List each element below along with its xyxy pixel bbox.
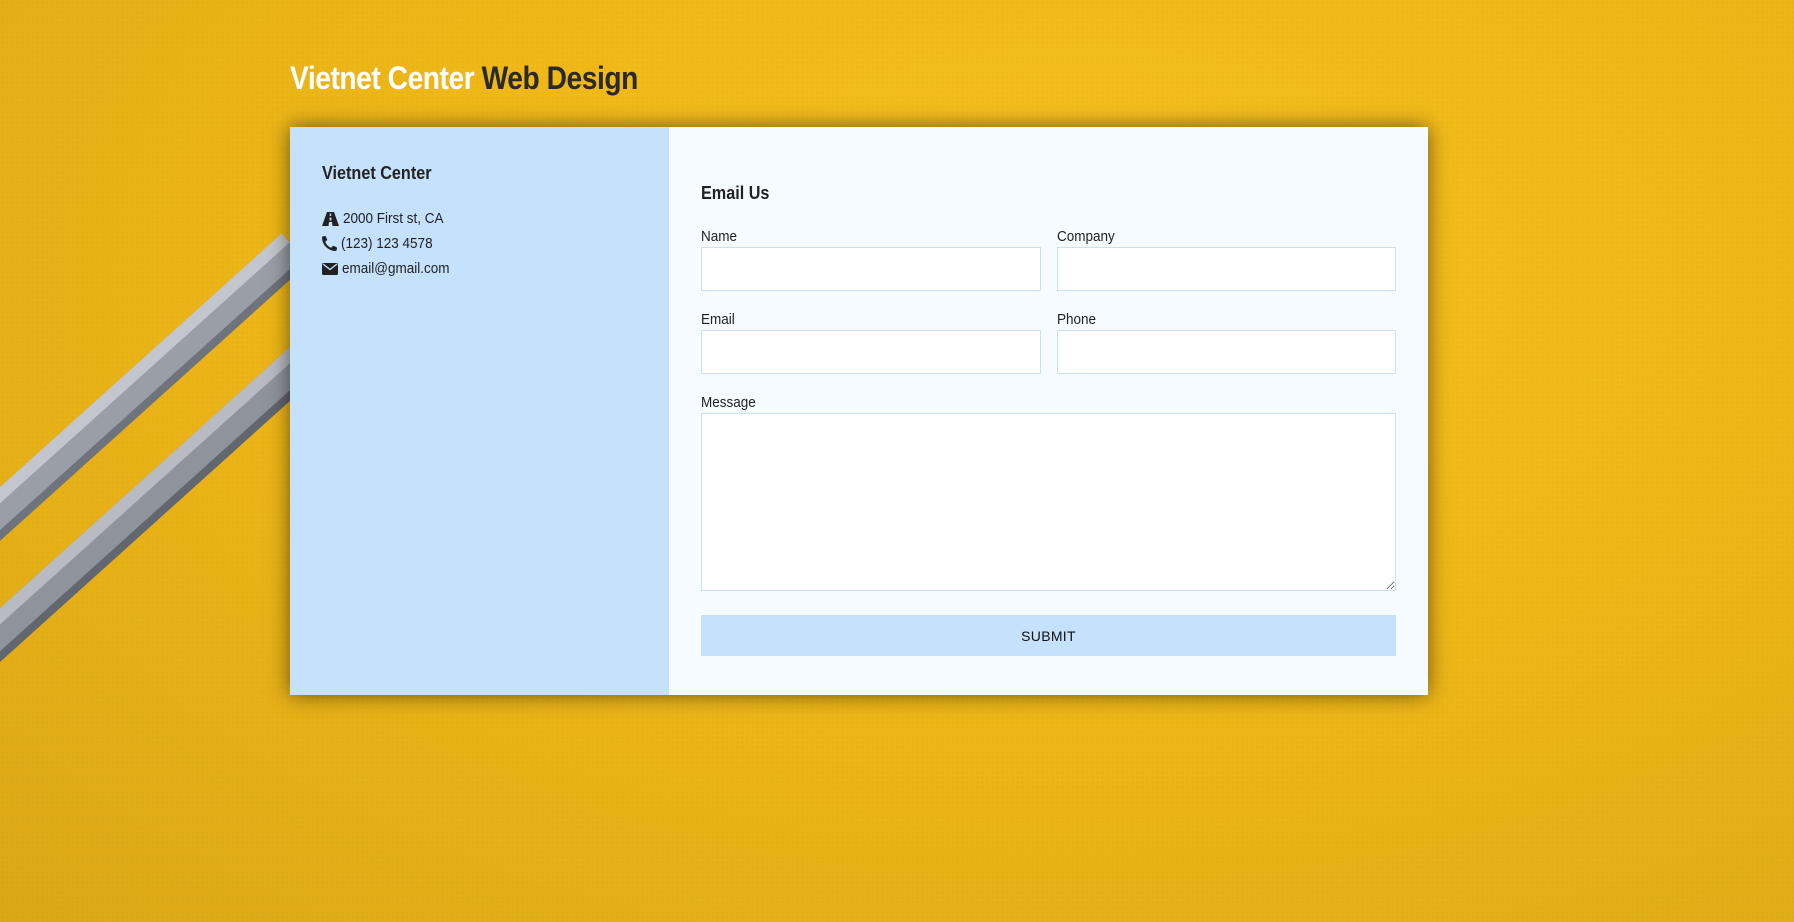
submit-button[interactable]: SUBMIT — [701, 615, 1396, 656]
message-label: Message — [701, 394, 756, 411]
company-field-group: Company — [1056, 228, 1396, 291]
message-textarea[interactable] — [701, 413, 1396, 591]
phone-text: (123) 123 4578 — [341, 235, 433, 252]
name-label: Name — [701, 228, 738, 245]
phone-icon — [322, 236, 337, 251]
email-label: Email — [701, 311, 735, 328]
company-input[interactable] — [1056, 247, 1396, 291]
phone-label: Phone — [1056, 311, 1096, 328]
name-field-group: Name — [701, 228, 1041, 291]
name-input[interactable] — [701, 247, 1041, 291]
email-field-group: Email — [701, 311, 1041, 374]
phone-input[interactable] — [1056, 330, 1396, 374]
contact-info-panel: Vietnet Center 2000 First st, CA (123) 1… — [290, 127, 669, 695]
address-line: 2000 First st, CA — [322, 206, 637, 231]
form-title: Email Us — [701, 183, 770, 203]
email-line: email@gmail.com — [322, 256, 637, 281]
brand-name-light: Vietnet Center — [290, 60, 475, 96]
email-form-panel: Email Us Name Company Email Phone Messag… — [669, 127, 1428, 695]
form-row-2: Email Phone — [701, 311, 1396, 374]
company-label: Company — [1056, 228, 1115, 245]
email-text[interactable]: email@gmail.com — [342, 260, 449, 277]
site-brand[interactable]: Vietnet Center Web Design — [290, 60, 638, 97]
email-input[interactable] — [701, 330, 1041, 374]
message-field-group: Message — [701, 394, 1396, 591]
envelope-icon — [322, 262, 338, 275]
phone-field-group: Phone — [1056, 311, 1396, 374]
pencils-decoration — [0, 233, 300, 705]
form-row-1: Name Company — [701, 228, 1396, 291]
contact-card: Vietnet Center 2000 First st, CA (123) 1… — [290, 127, 1428, 695]
company-name: Vietnet Center — [322, 163, 432, 183]
road-icon — [322, 211, 339, 226]
address-text: 2000 First st, CA — [343, 210, 444, 227]
brand-name-dark: Web Design — [481, 60, 639, 96]
form-row-3: Message — [701, 394, 1396, 591]
phone-line: (123) 123 4578 — [322, 231, 637, 256]
